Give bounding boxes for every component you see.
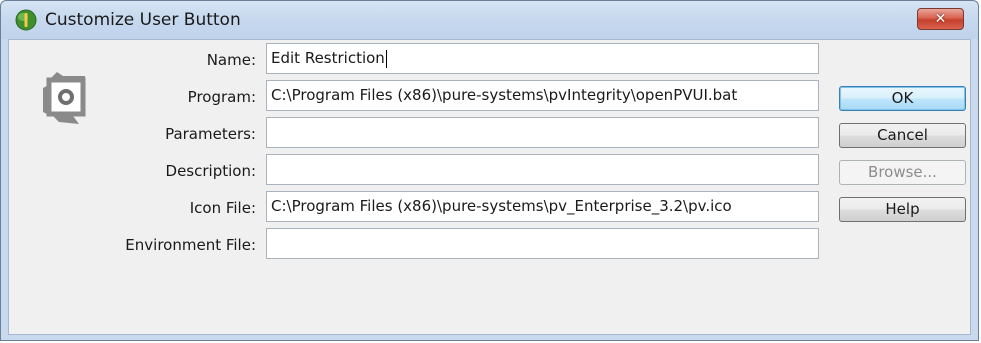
- title-bar[interactable]: Customize User Button ✕: [1, 1, 978, 39]
- cancel-button[interactable]: Cancel: [839, 123, 966, 148]
- dialog-window: Customize User Button ✕ Name: Edit Restr…: [0, 0, 979, 341]
- help-button[interactable]: Help: [839, 197, 966, 222]
- browse-button[interactable]: Browse...: [839, 160, 966, 185]
- close-button[interactable]: ✕: [917, 8, 964, 30]
- program-input[interactable]: C:\Program Files (x86)\pure-systems\pvIn…: [266, 80, 819, 111]
- environment-file-input[interactable]: [266, 228, 819, 259]
- program-label: Program:: [187, 88, 256, 106]
- name-input[interactable]: Edit Restriction: [266, 43, 819, 74]
- icon-file-input[interactable]: C:\Program Files (x86)\pure-systems\pv_E…: [266, 191, 819, 222]
- close-icon: ✕: [934, 11, 947, 27]
- user-button-tool-icon: [43, 72, 86, 124]
- description-label: Description:: [165, 162, 256, 180]
- name-label: Name:: [206, 51, 256, 69]
- info-leaf-icon: [15, 9, 37, 31]
- text-caret: [385, 49, 387, 68]
- icon-file-label: Icon File:: [189, 199, 256, 217]
- window-title: Customize User Button: [45, 10, 241, 30]
- ok-button[interactable]: OK: [839, 86, 966, 111]
- description-input[interactable]: [266, 154, 819, 185]
- dialog-body: Name: Edit Restriction Program: C:\Progr…: [8, 39, 971, 335]
- parameters-input[interactable]: [266, 117, 819, 148]
- environment-file-label: Environment File:: [125, 236, 256, 254]
- name-value: Edit Restriction: [271, 49, 385, 67]
- parameters-label: Parameters:: [165, 125, 256, 143]
